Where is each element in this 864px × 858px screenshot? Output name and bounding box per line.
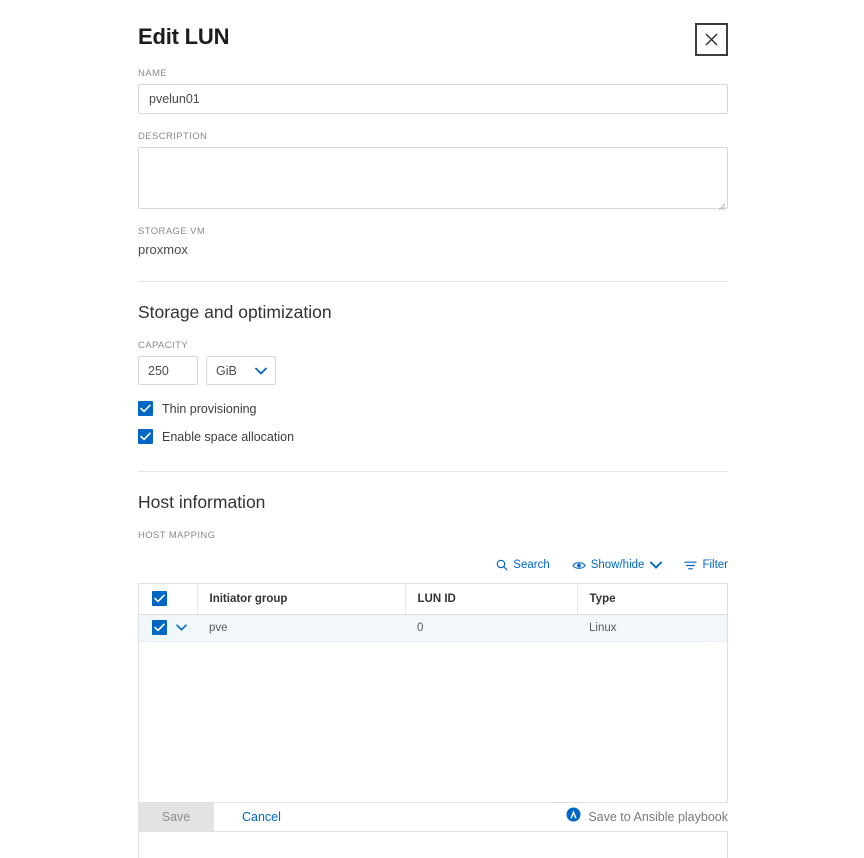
close-button[interactable] — [695, 23, 728, 56]
footer-panel — [138, 831, 728, 858]
divider-storage — [138, 281, 728, 282]
host-mapping-table: Initiator group LUN ID Type — [138, 583, 728, 803]
space-allocation-row[interactable]: Enable space allocation — [138, 428, 728, 445]
storage-section-title: Storage and optimization — [138, 302, 728, 323]
name-field-group: NAME — [138, 68, 728, 114]
host-mapping-group: HOST MAPPING — [138, 530, 728, 541]
row-expand-chevron-down-icon[interactable] — [176, 624, 187, 631]
table-header-row: Initiator group LUN ID Type — [139, 584, 727, 614]
close-icon — [705, 33, 718, 46]
capacity-input[interactable] — [138, 356, 198, 385]
storage-vm-group: STORAGE VM proxmox — [138, 226, 728, 257]
name-input[interactable] — [138, 84, 728, 114]
column-header-initiator-group[interactable]: Initiator group — [197, 584, 405, 614]
capacity-unit-value: GiB — [216, 364, 237, 378]
search-label: Search — [513, 559, 549, 571]
description-textarea[interactable] — [138, 147, 728, 209]
row-select-cell — [139, 614, 197, 641]
name-label: NAME — [138, 68, 728, 79]
page-title: Edit LUN — [138, 24, 229, 50]
host-section-title: Host information — [138, 492, 728, 513]
thin-provisioning-row[interactable]: Thin provisioning — [138, 400, 728, 417]
description-field-group: DESCRIPTION — [138, 131, 728, 209]
space-allocation-checkbox[interactable] — [138, 429, 153, 444]
capacity-group: CAPACITY GiB — [138, 340, 728, 385]
thin-provisioning-checkbox[interactable] — [138, 401, 153, 416]
cell-lun-id: 0 — [405, 614, 577, 641]
ansible-label: Save to Ansible playbook — [588, 810, 728, 824]
eye-icon — [572, 560, 586, 571]
showhide-action[interactable]: Show/hide — [572, 559, 663, 571]
filter-label: Filter — [702, 559, 728, 571]
save-to-ansible-playbook-button[interactable]: Save to Ansible playbook — [566, 807, 728, 827]
table-toolbar: Search Show/hide — [138, 555, 728, 575]
capacity-unit-select[interactable]: GiB — [206, 356, 276, 385]
dialog-header: Edit LUN — [138, 0, 728, 62]
filter-action[interactable]: Filter — [684, 559, 728, 571]
cell-initiator-group: pve — [197, 614, 405, 641]
ansible-icon — [566, 807, 581, 827]
cell-type: Linux — [577, 614, 727, 641]
search-icon — [496, 559, 508, 571]
divider-host — [138, 471, 728, 472]
storage-vm-value: proxmox — [138, 242, 728, 257]
select-all-cell — [139, 584, 197, 614]
save-button[interactable]: Save — [138, 802, 214, 831]
showhide-label: Show/hide — [591, 559, 645, 571]
column-header-lun-id[interactable]: LUN ID — [405, 584, 577, 614]
filter-icon — [684, 560, 697, 571]
description-label: DESCRIPTION — [138, 131, 728, 142]
capacity-label: CAPACITY — [138, 340, 728, 351]
select-all-checkbox[interactable] — [152, 591, 167, 606]
thin-provisioning-label: Thin provisioning — [162, 402, 257, 416]
cancel-button[interactable]: Cancel — [242, 810, 281, 824]
edit-lun-dialog: Edit LUN NAME DESCRIPTION — [0, 0, 864, 858]
chevron-down-icon — [255, 364, 267, 378]
space-allocation-label: Enable space allocation — [162, 430, 294, 444]
footer-action-bar: Save Cancel Save to Ansible playbook — [138, 802, 728, 831]
host-mapping-label: HOST MAPPING — [138, 530, 728, 541]
chevron-down-icon — [650, 561, 662, 569]
dialog-content: Edit LUN NAME DESCRIPTION — [138, 0, 728, 803]
table-row[interactable]: pve 0 Linux — [139, 614, 727, 641]
storage-vm-label: STORAGE VM — [138, 226, 728, 237]
column-header-type[interactable]: Type — [577, 584, 727, 614]
search-action[interactable]: Search — [496, 559, 549, 571]
row-checkbox[interactable] — [152, 620, 167, 635]
